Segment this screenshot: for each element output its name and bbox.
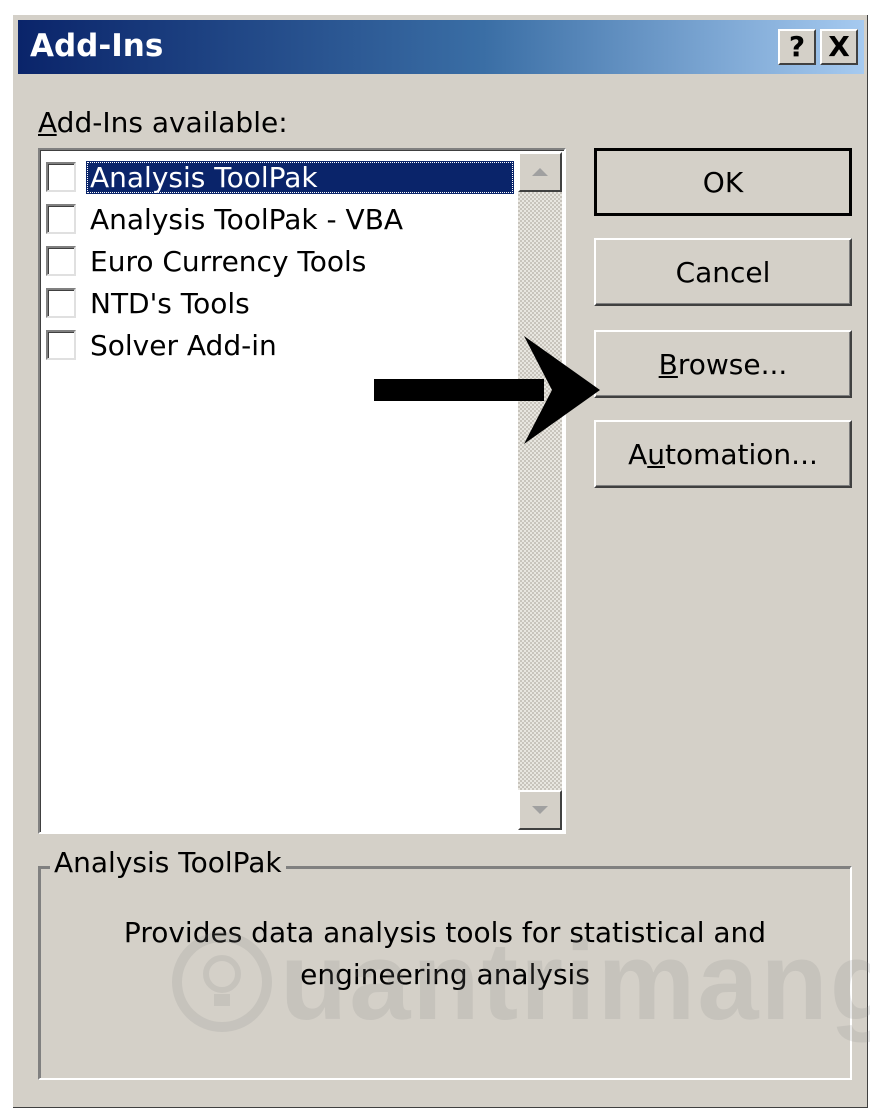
list-item-label: Solver Add-in: [90, 328, 277, 362]
list-item[interactable]: Analysis ToolPak: [46, 156, 514, 198]
add-ins-listbox[interactable]: Analysis ToolPak Analysis ToolPak - VBA …: [38, 148, 566, 834]
description-groupbox: Analysis ToolPak Provides data analysis …: [38, 846, 852, 1080]
checkbox[interactable]: [46, 162, 76, 192]
groupbox-title: Analysis ToolPak: [50, 846, 286, 879]
checkbox[interactable]: [46, 330, 76, 360]
list-item-label: NTD's Tools: [90, 286, 250, 320]
list-item[interactable]: Analysis ToolPak - VBA: [46, 198, 514, 240]
browse-label-rest: rowse...: [677, 347, 788, 381]
list-item[interactable]: NTD's Tools: [46, 282, 514, 324]
cancel-button[interactable]: Cancel: [594, 238, 852, 306]
label-rest: dd-Ins available:: [56, 106, 288, 139]
help-button[interactable]: ?: [778, 29, 816, 65]
browse-mnemonic: B: [658, 347, 678, 381]
automation-label-rest: tomation...: [665, 437, 818, 471]
addin-description: Provides data analysis tools for statist…: [123, 916, 767, 991]
scroll-up-icon: [532, 168, 548, 176]
list-item-label: Analysis ToolPak: [86, 160, 514, 194]
close-button[interactable]: X: [820, 29, 858, 65]
title-bar[interactable]: Add-Ins ? X: [18, 20, 864, 74]
checkbox[interactable]: [46, 246, 76, 276]
list-item[interactable]: Euro Currency Tools: [46, 240, 514, 282]
automation-label-pre: A: [628, 437, 648, 471]
checkbox[interactable]: [46, 288, 76, 318]
list-item-label: Analysis ToolPak - VBA: [90, 202, 404, 236]
vertical-scrollbar[interactable]: [518, 152, 562, 830]
automation-mnemonic: u: [647, 437, 665, 471]
add-ins-available-label: Add-Ins available:: [38, 106, 288, 139]
label-mnemonic: A: [38, 106, 57, 139]
add-ins-dialog: Add-Ins ? X Add-Ins available: Analysis …: [12, 14, 870, 1108]
checkbox[interactable]: [46, 204, 76, 234]
window-title: Add-Ins: [30, 28, 164, 64]
automation-button[interactable]: Au tomation...: [594, 420, 852, 488]
scroll-down-icon: [532, 806, 548, 814]
list-items: Analysis ToolPak Analysis ToolPak - VBA …: [46, 156, 514, 366]
browse-button[interactable]: Browse...: [594, 330, 852, 398]
scroll-up-button[interactable]: [518, 152, 562, 192]
ok-button[interactable]: OK: [594, 148, 852, 216]
scroll-down-button[interactable]: [518, 790, 562, 830]
arrow-pointer-icon: [374, 336, 600, 444]
list-item-label: Euro Currency Tools: [90, 244, 367, 278]
